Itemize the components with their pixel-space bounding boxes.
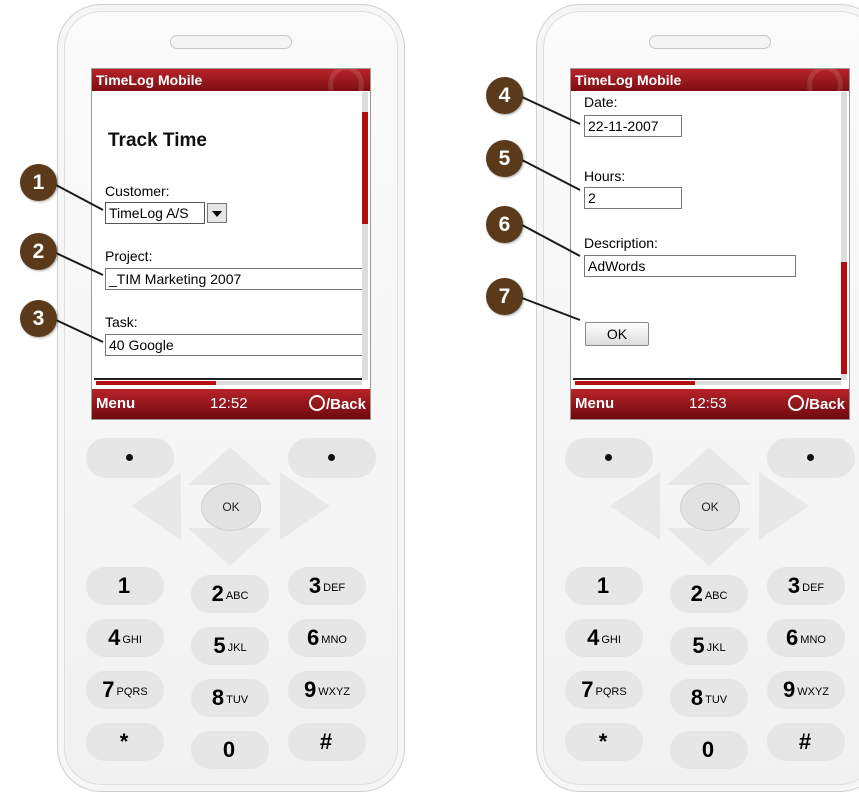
leader-6 xyxy=(521,224,581,257)
leader-7 xyxy=(521,297,581,321)
callout-badge-5: 5 xyxy=(486,140,523,177)
callout-leaders xyxy=(55,96,581,343)
callout-badge-2: 2 xyxy=(20,233,57,270)
callout-badge-6: 6 xyxy=(486,206,523,243)
leader-5 xyxy=(521,159,581,191)
leader-3 xyxy=(55,319,104,343)
callout-badge-4: 4 xyxy=(486,77,523,114)
leader-2 xyxy=(55,252,104,276)
callout-badge-3: 3 xyxy=(20,300,57,337)
callout-badge-1: 1 xyxy=(20,164,57,201)
leader-1 xyxy=(55,184,104,211)
leader-4 xyxy=(521,96,581,125)
callout-badge-7: 7 xyxy=(486,278,523,315)
